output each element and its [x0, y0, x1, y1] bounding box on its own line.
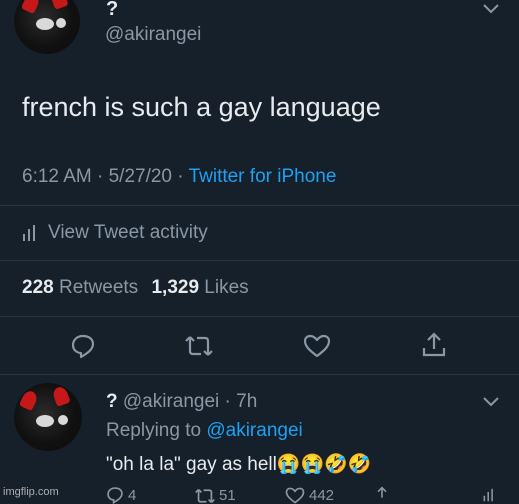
divider	[0, 316, 519, 317]
like-label[interactable]: Likes	[204, 277, 248, 298]
retweet-button[interactable]	[185, 335, 213, 357]
reply-like-count: 442	[309, 487, 335, 504]
separator: ·	[97, 166, 104, 187]
share-icon	[422, 332, 446, 358]
watermark: imgflip.com	[3, 486, 59, 498]
bar-chart-icon	[22, 224, 38, 242]
reply-count: 4	[128, 486, 137, 504]
reply-icon	[107, 487, 123, 504]
reply-author-avatar[interactable]	[14, 383, 82, 451]
retweet-icon	[185, 335, 213, 357]
author-handle[interactable]: @akirangei	[105, 24, 201, 46]
reply-handle-time[interactable]: @akirangei · 7h	[123, 391, 257, 412]
heart-icon	[285, 487, 305, 504]
engagement-counts: 228 Retweets 1,329 Likes	[22, 277, 249, 299]
chevron-down-icon[interactable]	[482, 396, 500, 408]
reply-retweet-button[interactable]: 51	[195, 487, 236, 504]
tweet-text: french is such a gay language	[22, 92, 381, 122]
reply-display-name[interactable]: ?	[106, 391, 118, 412]
divider	[0, 374, 519, 375]
divider	[0, 205, 519, 206]
chevron-down-icon[interactable]	[482, 3, 500, 15]
divider	[0, 260, 519, 261]
reply-share-button[interactable]	[374, 486, 390, 504]
tweet-source-link[interactable]: Twitter for iPhone	[189, 166, 337, 187]
share-icon	[377, 486, 387, 498]
reply-button[interactable]	[70, 333, 96, 359]
retweet-count[interactable]: 228	[22, 277, 54, 298]
author-avatar[interactable]	[14, 0, 80, 54]
replying-handle-link[interactable]: @akirangei	[206, 420, 302, 441]
like-count[interactable]: 1,329	[151, 277, 199, 298]
retweet-icon	[195, 488, 215, 503]
reply-reply-button[interactable]: 4	[106, 486, 136, 504]
retweet-label[interactable]: Retweets	[59, 277, 138, 298]
reply-emoji: 😭😭🤣🤣	[276, 454, 372, 475]
reply-text-body: "oh la la" gay as hell	[106, 454, 277, 475]
tweet-time: 6:12 AM	[22, 166, 92, 187]
reply-retweet-count: 51	[219, 487, 236, 504]
reply-like-button[interactable]: 442	[285, 487, 334, 504]
author-display-name[interactable]: ?	[106, 0, 118, 21]
share-button[interactable]	[422, 332, 446, 358]
view-activity-label: View Tweet activity	[48, 222, 208, 243]
tweet-timestamp: 6:12 AM · 5/27/20 · Twitter for iPhone	[22, 166, 336, 188]
like-button[interactable]	[303, 334, 331, 358]
replying-to: Replying to @akirangei	[106, 420, 303, 442]
replying-prefix: Replying to	[106, 420, 202, 441]
tweet-date: 5/27/20	[108, 166, 173, 187]
view-activity-link[interactable]: View Tweet activity	[22, 222, 208, 244]
reply-icon	[70, 333, 96, 359]
separator: ·	[177, 166, 184, 187]
heart-icon	[303, 334, 331, 358]
reply-header: ? @akirangei · 7h	[106, 391, 257, 413]
reply-text: "oh la la" gay as hell😭😭🤣🤣	[106, 452, 372, 476]
